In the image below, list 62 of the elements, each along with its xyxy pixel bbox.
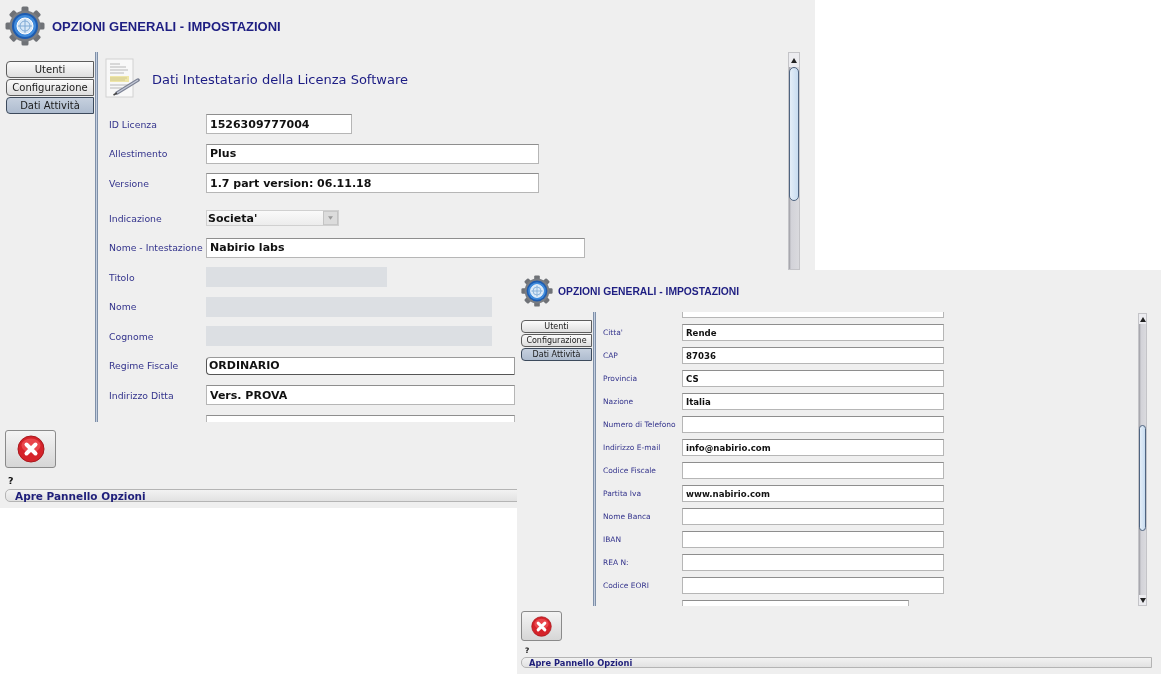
caret-icon [323, 211, 338, 225]
close-button[interactable] [5, 430, 56, 468]
field-label: Titolo [109, 271, 136, 283]
scroll-up-button[interactable] [1139, 314, 1146, 324]
input-field[interactable]: 87036 [682, 347, 944, 364]
scrollbar[interactable] [1138, 313, 1147, 606]
input-field[interactable]: CS [682, 370, 944, 387]
scroll-down-button[interactable] [1139, 595, 1146, 605]
close-icon [531, 615, 552, 637]
scroll-up-button[interactable] [789, 53, 799, 67]
field-label: ID Licenza [109, 118, 158, 130]
close-icon [16, 435, 45, 463]
up-triangle-icon [791, 57, 797, 63]
field-label: Indicazione [109, 212, 163, 224]
gear-icon [521, 275, 553, 307]
input-field[interactable]: Vers. PROVA [206, 385, 515, 405]
document-pen-icon [105, 58, 140, 100]
input-field[interactable]: Nabirio labs [206, 237, 585, 258]
input-field[interactable] [682, 531, 944, 548]
status-bar: Apre Pannello Opzioni [521, 657, 1152, 668]
field-label: Allestimento [109, 148, 169, 159]
side-tab[interactable]: Dati Attività [521, 348, 592, 361]
input-field[interactable] [682, 600, 909, 606]
dropdown[interactable]: ORDINARIO [206, 356, 515, 375]
scrollbar[interactable] [788, 52, 800, 270]
up-triangle-icon [1139, 316, 1146, 322]
input-field[interactable]: 1526309777004 [206, 114, 352, 134]
side-tab[interactable]: Configurazione [521, 334, 592, 347]
side-tab[interactable]: Utenti [6, 61, 94, 78]
input-field[interactable] [682, 416, 944, 433]
close-button[interactable] [521, 611, 562, 641]
input-field[interactable] [682, 312, 944, 318]
help-mark: ? [8, 475, 14, 487]
side-tab[interactable]: Utenti [521, 320, 592, 333]
gear-icon [5, 6, 45, 46]
field-label: Versione [109, 177, 150, 189]
input-field[interactable] [682, 462, 944, 479]
side-tab[interactable]: Dati Attività [6, 97, 94, 114]
window-title: OPZIONI GENERALI - IMPOSTAZIONI [558, 285, 740, 297]
input-field[interactable]: Italia [682, 393, 944, 410]
input-field[interactable]: www.nabirio.com [682, 485, 944, 502]
scroll-thumb[interactable] [1139, 425, 1146, 531]
input-field[interactable]: 1.7 part version: 06.11.18 [206, 173, 539, 193]
input-field[interactable]: Rende [682, 324, 944, 341]
down-triangle-icon [1139, 597, 1146, 603]
side-tab[interactable]: Configurazione [6, 79, 94, 96]
field-label: Indirizzo Ditta [109, 389, 175, 401]
input-field[interactable] [206, 414, 515, 422]
input-field[interactable] [682, 577, 944, 594]
dropdown[interactable]: Societa' [206, 210, 339, 226]
field-label: Cognome [109, 330, 155, 342]
input-field[interactable] [682, 554, 944, 571]
input-field[interactable]: Plus [206, 143, 539, 164]
input-field[interactable]: info@nabirio.com [682, 439, 944, 456]
field-label: Nome - Intestazione [109, 242, 204, 253]
input-field[interactable] [682, 508, 944, 525]
section-heading: Dati Intestatario della Licenza Software [152, 71, 408, 87]
status-bar: Apre Pannello Opzioni [5, 489, 519, 502]
scroll-thumb[interactable] [789, 67, 799, 201]
field-label: Nome [109, 301, 138, 312]
window-title: OPZIONI GENERALI - IMPOSTAZIONI [52, 18, 281, 34]
field-label: Regime Fiscale [109, 360, 180, 371]
